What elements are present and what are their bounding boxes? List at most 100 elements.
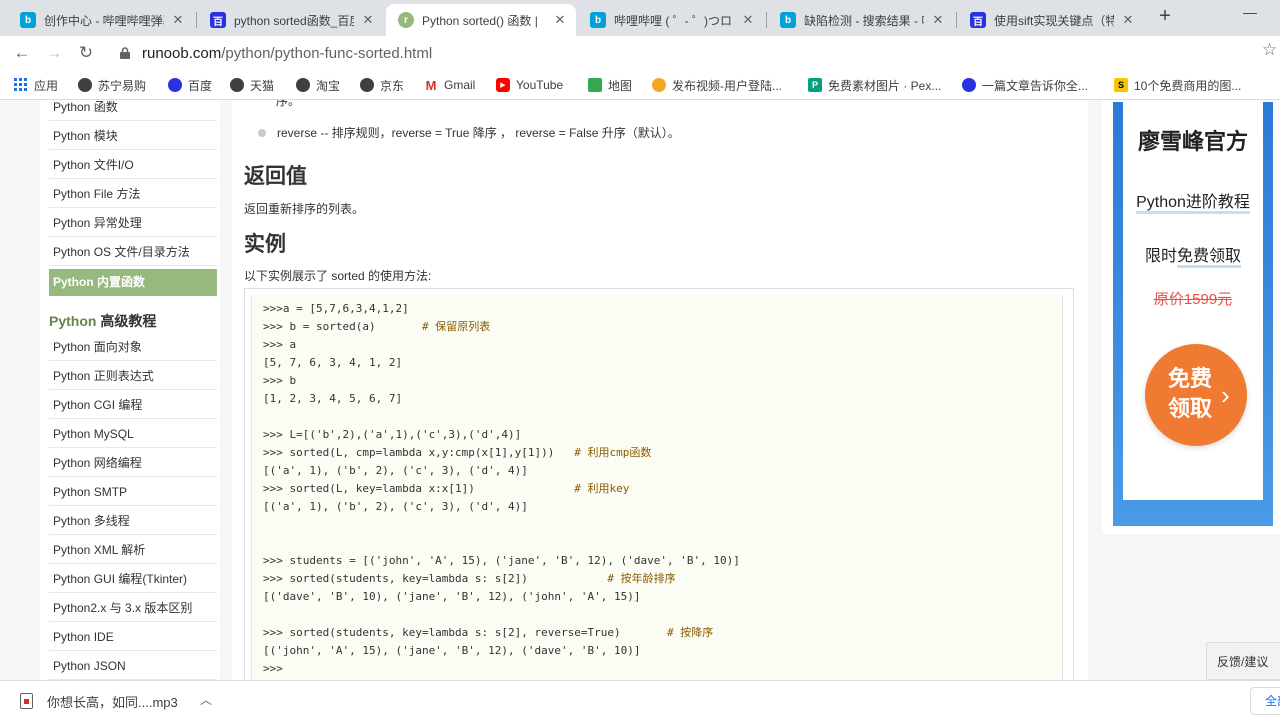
article-content: 序。 reverse -- 排序规则，reverse = True 降序 ， r…	[232, 100, 1088, 680]
bookmark-item[interactable]: 发布视频-用户登陆...	[652, 76, 782, 94]
close-icon[interactable]: ✕	[170, 12, 186, 28]
bookmark-item[interactable]: 天猫	[230, 76, 274, 94]
code-line: >>>a = [5,7,6,3,4,1,2]	[263, 300, 409, 318]
sidebar-item[interactable]: Python GUI 编程(Tkinter)	[49, 566, 217, 593]
new-tab-button[interactable]: +	[1154, 6, 1176, 28]
sidebar-item[interactable]: Python MySQL	[49, 421, 217, 448]
reload-icon[interactable]: ↻	[74, 41, 98, 65]
globe-icon	[296, 78, 310, 92]
code-line: >>> sorted(L, key=lambda x:x[1]) # 利用key	[263, 480, 629, 498]
browser-tab[interactable]: 百 使用sift实现关键点（特 ✕	[958, 4, 1144, 36]
bookmark-item[interactable]: 淘宝	[296, 76, 340, 94]
sidebar-item[interactable]: Python 文件I/O	[49, 152, 217, 179]
ad-card: 廖雪峰官方 Python进阶教程 限时免费领取 原价1599元 免费 领取 ›	[1123, 102, 1263, 500]
code-comment: # 按降序	[666, 626, 714, 639]
page-viewport: Python 函数 Python 模块 Python 文件I/O Python …	[0, 100, 1280, 680]
sidebar-item[interactable]: Python XML 解析	[49, 537, 217, 564]
sidebar-item[interactable]: Python SMTP	[49, 479, 217, 506]
s-logo-icon: S	[1114, 78, 1128, 92]
tab-strip: b 创作中心 - 哔哩哔哩弹幕 ✕ 百 python sorted函数_百度 ✕…	[0, 0, 1280, 36]
close-icon[interactable]: ✕	[930, 12, 946, 28]
bookmark-item[interactable]: 一篇文章告诉你全...	[962, 76, 1088, 94]
sidebar-item[interactable]: Python 多线程	[49, 508, 217, 535]
bookmark-item[interactable]: M Gmail	[424, 76, 476, 94]
bookmark-star-icon[interactable]: ☆	[1262, 40, 1277, 60]
browser-tab[interactable]: 百 python sorted函数_百度 ✕	[198, 4, 384, 36]
address-bar[interactable]: runoob.com/python/python-func-sorted.htm…	[108, 39, 1252, 67]
ad-banner[interactable]: 廖雪峰官方 Python进阶教程 限时免费领取 原价1599元 免费 领取 ›	[1113, 102, 1273, 526]
bookmark-item[interactable]: P 免费素材图片 · Pex...	[808, 76, 941, 94]
sidebar-item[interactable]: Python 函数	[49, 100, 217, 121]
sidebar-item[interactable]: Python 异常处理	[49, 210, 217, 237]
ad-button-line: 领取	[1167, 396, 1212, 421]
code-line: >>> b = sorted(a) # 保留原列表	[263, 318, 490, 336]
bookmark-item[interactable]: ▶ YouTube	[496, 76, 563, 94]
sidebar-item[interactable]: Python 模块	[49, 123, 217, 150]
browser-tab[interactable]: b 哔哩哔哩 ( ゜- ゜)つロ 干 ✕	[578, 4, 764, 36]
browser-tab[interactable]: b 缺陷检测 - 搜索结果 - 哔 ✕	[768, 4, 954, 36]
ad-offer-prefix: 限时	[1144, 248, 1177, 265]
apps-grid-icon	[14, 78, 28, 92]
bookmark-label: 10个免费商用的图...	[1134, 78, 1242, 93]
sidebar-item[interactable]: Python File 方法	[49, 181, 217, 208]
code-text: [('john', 'A', 15), ('jane', 'B', 12), (…	[263, 644, 641, 657]
ad-claim-button[interactable]: 免费 领取 ›	[1145, 344, 1247, 446]
bookmark-item[interactable]: S 10个免费商用的图...	[1114, 76, 1241, 94]
ad-button-line: 免费	[1167, 366, 1212, 391]
bookmark-item[interactable]: 京东	[360, 76, 404, 94]
code-text: >>> b = sorted(a)	[263, 320, 422, 333]
ad-original-price: 原价1599元	[1153, 291, 1233, 308]
browser-tab-active[interactable]: r Python sorted() 函数 | ✕	[386, 4, 576, 36]
sidebar-item[interactable]: Python2.x 与 3.x 版本区别	[49, 595, 217, 622]
return-text: 返回重新排序的列表。	[244, 202, 365, 216]
sidebar-item[interactable]: Python IDE	[49, 624, 217, 651]
tab-divider	[956, 12, 957, 28]
sidebar-item[interactable]: Python 面向对象	[49, 334, 217, 361]
sidebar-item[interactable]: Python OS 文件/目录方法	[49, 239, 217, 266]
code-comment: # 保留原列表	[421, 320, 491, 333]
bookmark-apps[interactable]: 应用	[14, 76, 58, 94]
bookmark-item[interactable]: 苏宁易购	[78, 76, 146, 94]
back-icon[interactable]: ←	[10, 41, 34, 65]
bookmark-item[interactable]: 地图	[588, 76, 632, 94]
minimize-button[interactable]: —	[1240, 4, 1260, 24]
code-line: >>> students = [('john', 'A', 15), ('jan…	[263, 552, 740, 570]
download-bar: 你想长高，如同....mp3 ︿ 全部	[0, 680, 1280, 720]
url-path: /python/python-func-sorted.html	[221, 45, 433, 62]
tab-divider	[196, 12, 197, 28]
close-icon[interactable]: ✕	[1120, 12, 1136, 28]
download-item[interactable]: 你想长高，如同....mp3	[20, 691, 178, 711]
code-block[interactable]: >>>a = [5,7,6,3,4,1,2] >>> b = sorted(a) …	[251, 295, 1063, 680]
feedback-button[interactable]: 反馈/建议	[1206, 642, 1280, 680]
code-text: >>> sorted(L, key=lambda x:x[1])	[263, 482, 575, 495]
sidebar-item[interactable]: Python JSON	[49, 653, 217, 680]
param-reverse: reverse -- 排序规则，reverse = True 降序 ， reve…	[277, 126, 680, 140]
globe-icon	[78, 78, 92, 92]
code-line: [('a', 1), ('b', 2), ('c', 3), ('d', 4)]	[263, 462, 528, 480]
close-icon[interactable]: ✕	[360, 12, 376, 28]
sidebar-item-active[interactable]: Python 内置函数	[49, 269, 217, 296]
bookmark-item[interactable]: 百度	[168, 76, 212, 94]
close-icon[interactable]: ✕	[552, 12, 568, 28]
close-icon[interactable]: ✕	[740, 12, 756, 28]
upload-icon	[652, 78, 666, 92]
bookmark-label: 淘宝	[316, 78, 341, 93]
forward-icon[interactable]: →	[42, 41, 66, 65]
sidebar-item[interactable]: Python 网络编程	[49, 450, 217, 477]
example-heading: 实例	[244, 233, 286, 256]
sidebar-item[interactable]: Python CGI 编程	[49, 392, 217, 419]
sidebar-item[interactable]: Python 正则表达式	[49, 363, 217, 390]
globe-icon	[360, 78, 374, 92]
chevron-up-icon[interactable]: ︿	[200, 691, 212, 708]
tab-title: Python sorted() 函数 |	[422, 13, 538, 28]
code-line: >>> sorted(L, cmp=lambda x,y:cmp(x[1],y[…	[263, 444, 651, 462]
file-icon	[20, 693, 33, 709]
code-line: [5, 7, 6, 3, 4, 1, 2]	[263, 354, 402, 372]
code-text: >>> sorted(L, cmp=lambda x,y:cmp(x[1],y[…	[263, 446, 575, 459]
ad-button-label: 免费 领取	[1165, 364, 1215, 424]
show-all-downloads-button[interactable]: 全部	[1250, 687, 1280, 715]
bookmark-label: 地图	[608, 78, 633, 93]
browser-tab[interactable]: b 创作中心 - 哔哩哔哩弹幕 ✕	[8, 4, 194, 36]
tab-title: 创作中心 - 哔哩哔哩弹幕	[44, 13, 164, 28]
bookmark-label: 天猫	[250, 78, 275, 93]
